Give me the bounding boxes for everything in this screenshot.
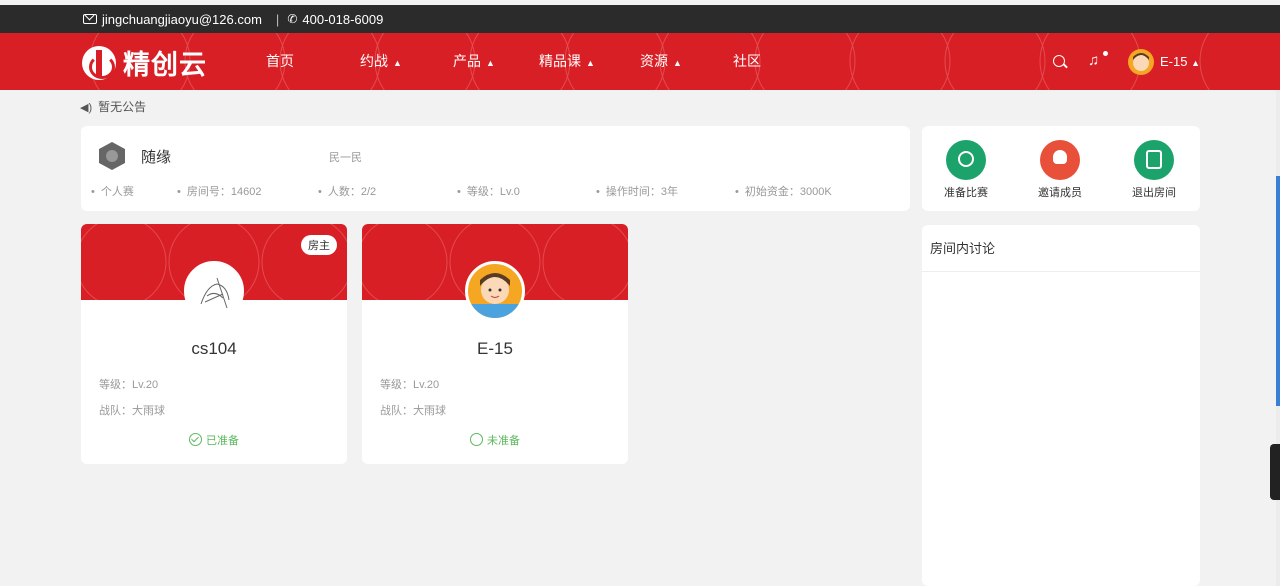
phone-icon: ✆ <box>287 12 298 26</box>
nav-label: 约战 <box>360 53 388 69</box>
user-menu[interactable]: E-15 ▲ <box>1160 33 1200 90</box>
notification-dot <box>1103 51 1108 56</box>
room-info-card: 随缘 民一民 个人赛 房间号：14602 人数：2/2 等级：Lv.0 操作时间… <box>81 126 910 211</box>
player-ready-status: 未准备 <box>362 432 628 448</box>
owner-badge: 房主 <box>301 235 337 255</box>
user-avatar[interactable] <box>1128 49 1154 75</box>
main-navbar: 精创云 首页 约战 ▲ 产品 ▲ 精品课 ▲ 资源 ▲ 社区 ♫ E-15 ▲ <box>0 33 1280 90</box>
room-mode: 民一民 <box>329 152 362 164</box>
room-players: 人数：2/2 <box>318 183 376 199</box>
player-team: 战队：大雨球 <box>380 405 446 417</box>
boy-avatar-icon <box>468 273 522 318</box>
caret-up-icon: ▲ <box>1191 58 1201 68</box>
invite-user-icon <box>1040 140 1080 180</box>
nav-item-home[interactable]: 首页 <box>266 33 294 90</box>
nav-item-community[interactable]: 社区 <box>733 33 761 90</box>
user-name: E-15 <box>1160 54 1188 69</box>
player-name: cs104 <box>191 339 237 358</box>
player-level: 等级：Lv.20 <box>380 379 440 391</box>
side-widget-tab[interactable] <box>1270 444 1280 500</box>
status-text: 未准备 <box>487 435 520 447</box>
bell-icon[interactable]: ♫ <box>1088 52 1099 69</box>
player-ready-status: 已准备 <box>81 432 347 448</box>
player-name: E-15 <box>477 339 513 358</box>
site-logo[interactable]: 精创云 <box>82 43 207 82</box>
contact-separator: | <box>275 11 280 27</box>
room-type: 个人赛 <box>91 183 134 199</box>
nav-label: 社区 <box>733 53 761 69</box>
nav-label: 资源 <box>640 53 668 69</box>
player-level: 等级：Lv.20 <box>99 379 159 391</box>
room-level: 等级：Lv.0 <box>457 183 520 199</box>
sketch-avatar-icon <box>200 277 230 309</box>
logo-mark-icon <box>82 45 116 80</box>
nav-item-courses[interactable]: 精品课 ▲ <box>539 33 595 90</box>
contact-email[interactable]: jingchuangjiaoyu@126.com <box>102 12 262 27</box>
mail-icon <box>83 14 97 24</box>
status-text: 已准备 <box>206 435 239 447</box>
page-edge <box>1280 0 1287 586</box>
player-card: 房主 cs104 等级：Lv.20 战队：大雨球 已准备 <box>81 224 347 464</box>
invite-button[interactable]: 邀请成员 <box>1030 140 1090 200</box>
discussion-title: 房间内讨论 <box>922 225 1200 272</box>
exit-door-icon <box>1134 140 1174 180</box>
announcement-text: 暂无公告 <box>98 100 147 114</box>
player-card: E-15 等级：Lv.20 战队：大雨球 未准备 <box>362 224 628 464</box>
announcement-bar: ◀) 暂无公告 <box>80 98 146 115</box>
avatar-face-icon <box>1133 53 1149 71</box>
nav-item-products[interactable]: 产品 ▲ <box>453 33 495 90</box>
contact-phone: 400-018-6009 <box>302 11 384 27</box>
player-avatar <box>184 261 244 321</box>
caret-up-icon: ▲ <box>486 58 495 68</box>
nav-item-resources[interactable]: 资源 ▲ <box>640 33 682 90</box>
player-avatar <box>465 261 525 321</box>
alarm-clock-icon <box>946 140 986 180</box>
check-circle-icon <box>189 433 202 446</box>
invite-label: 邀请成员 <box>1038 187 1082 199</box>
top-contact-bar: jingchuangjiaoyu@126.com | ✆ 400-018-600… <box>0 5 1280 33</box>
room-name: 随缘 <box>141 149 172 166</box>
caret-up-icon: ▲ <box>673 58 682 68</box>
speaker-icon: ◀) <box>80 102 93 114</box>
caret-up-icon: ▲ <box>393 58 402 68</box>
nav-label: 精品课 <box>539 53 581 69</box>
nav-label: 首页 <box>266 53 294 69</box>
room-duration: 操作时间：3年 <box>596 183 678 199</box>
logo-text: 精创云 <box>123 50 207 80</box>
room-actions-card: 准备比赛 邀请成员 退出房间 <box>922 126 1200 211</box>
exit-room-button[interactable]: 退出房间 <box>1124 140 1184 200</box>
ready-label: 准备比赛 <box>944 187 988 199</box>
room-initial-funds: 初始资金：3000K <box>735 183 832 199</box>
nav-item-challenge[interactable]: 约战 ▲ <box>360 33 402 90</box>
nav-label: 产品 <box>453 53 481 69</box>
caret-up-icon: ▲ <box>586 58 595 68</box>
search-icon[interactable] <box>1053 55 1065 67</box>
room-discussion-panel: 房间内讨论 <box>922 225 1200 586</box>
player-team: 战队：大雨球 <box>99 405 165 417</box>
ready-button[interactable]: 准备比赛 <box>936 140 996 200</box>
empty-circle-icon <box>470 433 483 446</box>
room-number: 房间号：14602 <box>177 183 262 199</box>
exit-label: 退出房间 <box>1132 187 1176 199</box>
room-hexagon-icon <box>99 142 125 170</box>
